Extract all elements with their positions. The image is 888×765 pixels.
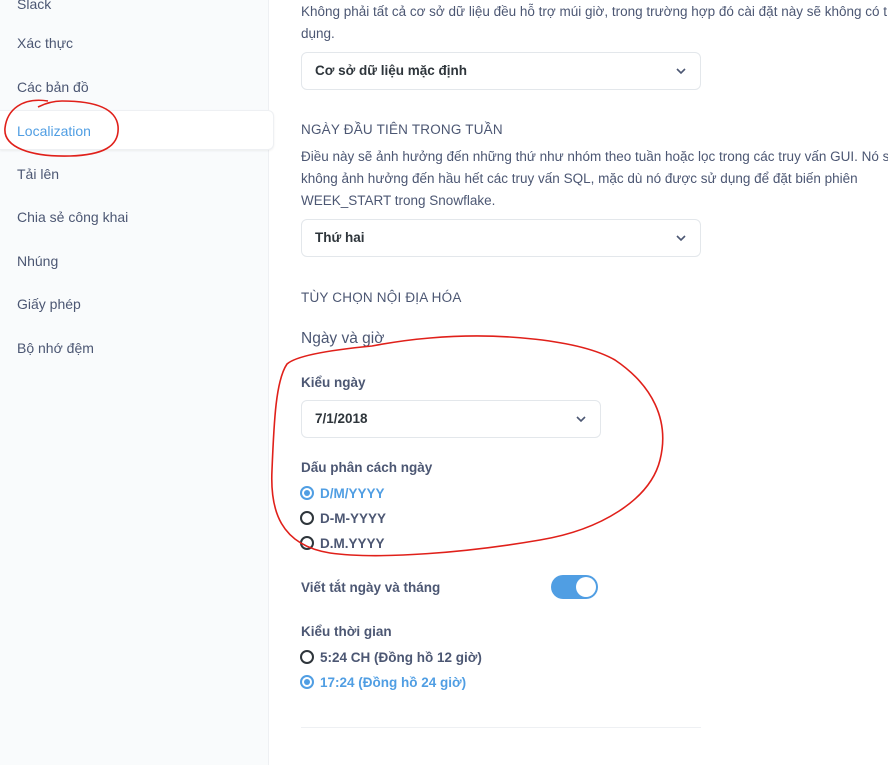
sidebar-item-embedding[interactable]: Nhúng	[0, 241, 272, 281]
settings-sidebar: Slack Xác thực Các bản đồ Localization T…	[0, 0, 274, 765]
time-style-option-label: 17:24 (Đồng hồ 24 giờ)	[320, 674, 467, 690]
radio-unselected-icon	[300, 511, 314, 525]
abbreviate-label: Viết tắt ngày và tháng	[301, 580, 441, 595]
date-separator-option-label: D-M-YYYY	[320, 510, 387, 526]
date-separator-option-label: D/M/YYYY	[320, 485, 385, 501]
date-separator-option[interactable]: D/M/YYYY	[300, 483, 385, 503]
settings-main: Không phải tất cả cơ sở dữ liệu đều hỗ t…	[269, 0, 888, 765]
first-day-select-value: Thứ hai	[315, 230, 365, 245]
abbreviate-toggle[interactable]	[551, 575, 598, 599]
sidebar-item-public-sharing[interactable]: Chia sẻ công khai	[0, 197, 272, 237]
first-day-description-line: không ảnh hưởng đến hầu hết các truy vấn…	[301, 171, 858, 186]
time-style-label: Kiểu thời gian	[301, 624, 392, 639]
localization-title: TÙY CHỌN NỘI ĐỊA HÓA	[301, 290, 462, 305]
date-separator-label: Dấu phân cách ngày	[301, 460, 433, 475]
date-separator-option-label: D.M.YYYY	[320, 535, 385, 551]
radio-unselected-icon	[300, 536, 314, 550]
first-day-title: NGÀY ĐẦU TIÊN TRONG TUẦN	[301, 122, 503, 137]
time-style-option[interactable]: 5:24 CH (Đồng hồ 12 giờ)	[300, 647, 482, 667]
timezone-description-line: Không phải tất cả cơ sở dữ liệu đều hỗ t…	[301, 4, 888, 19]
date-time-subtitle: Ngày và giờ	[301, 330, 385, 347]
chevron-down-icon	[676, 235, 686, 242]
timezone-description: Không phải tất cả cơ sở dữ liệu đều hỗ t…	[301, 1, 887, 45]
time-style-option-label: 5:24 CH (Đồng hồ 12 giờ)	[320, 649, 482, 665]
chevron-down-icon	[676, 68, 686, 75]
first-day-select[interactable]: Thứ hai	[301, 219, 701, 257]
date-style-select-value: 7/1/2018	[315, 411, 368, 426]
toggle-knob	[576, 577, 596, 597]
sidebar-item-caching[interactable]: Bộ nhớ đệm	[0, 328, 272, 368]
sidebar-item-uploads[interactable]: Tải lên	[0, 154, 272, 194]
timezone-select-value: Cơ sở dữ liệu mặc định	[315, 63, 467, 78]
chevron-down-icon	[576, 416, 586, 423]
time-style-option[interactable]: 17:24 (Đồng hồ 24 giờ)	[300, 672, 466, 692]
section-divider	[301, 727, 701, 728]
radio-selected-icon	[300, 675, 314, 689]
radio-unselected-icon	[300, 650, 314, 664]
sidebar-item-slack[interactable]: Slack	[0, 0, 272, 24]
date-style-label: Kiểu ngày	[301, 375, 366, 390]
date-separator-option[interactable]: D.M.YYYY	[300, 533, 385, 553]
sidebar-item-authentication[interactable]: Xác thực	[0, 23, 272, 63]
timezone-description-line: dụng.	[301, 26, 335, 41]
sidebar-item-license[interactable]: Giấy phép	[0, 284, 272, 324]
date-separator-option[interactable]: D-M-YYYY	[300, 508, 386, 528]
first-day-description-line: Điều này sẽ ảnh hưởng đến những thứ như …	[301, 149, 888, 164]
timezone-select[interactable]: Cơ sở dữ liệu mặc định	[301, 52, 701, 90]
sidebar-item-maps[interactable]: Các bản đồ	[0, 67, 272, 107]
first-day-description: Điều này sẽ ảnh hưởng đến những thứ như …	[301, 146, 888, 212]
radio-selected-icon	[300, 486, 314, 500]
sidebar-item-localization[interactable]: Localization	[0, 110, 274, 150]
first-day-description-line: WEEK_START trong Snowflake.	[301, 193, 496, 208]
date-style-select[interactable]: 7/1/2018	[301, 400, 601, 438]
